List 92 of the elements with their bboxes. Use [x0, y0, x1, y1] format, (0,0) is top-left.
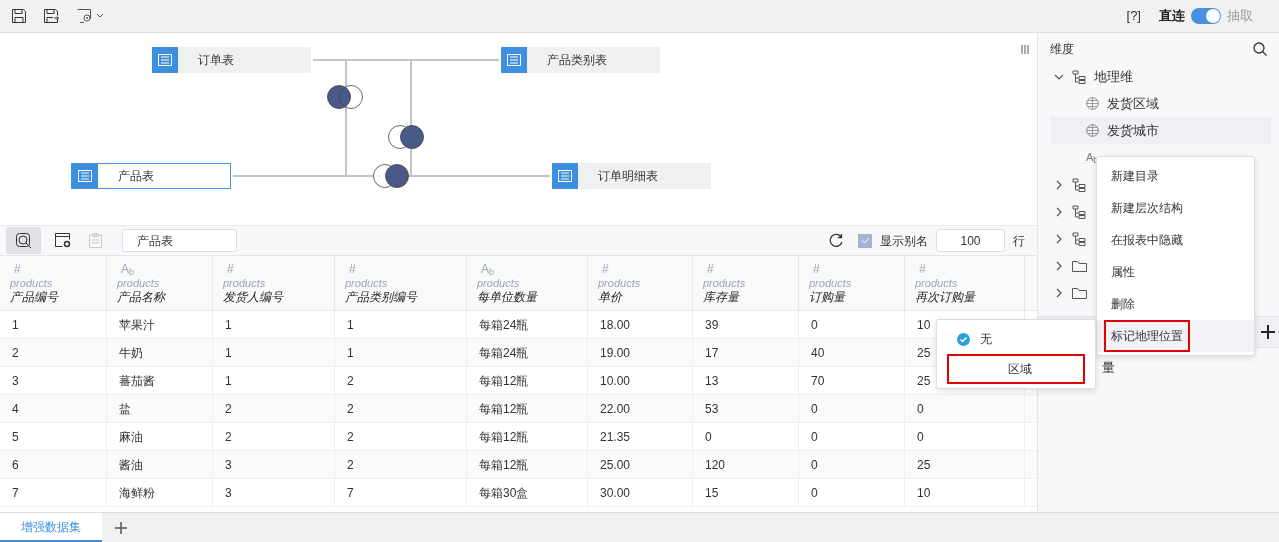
table-cell: 1	[213, 339, 335, 366]
type-icon: #	[809, 262, 894, 276]
table-cell: 70	[799, 367, 905, 394]
table-cell: 39	[693, 311, 799, 338]
table-cell: 7	[335, 479, 467, 506]
table-cell: 15	[693, 479, 799, 506]
table-cell: 6	[0, 451, 107, 478]
table-cell: 麻油	[107, 423, 213, 450]
table-cell: 海鲜粉	[107, 479, 213, 506]
table-cell: 2	[335, 395, 467, 422]
panel-title: 维度	[1050, 41, 1074, 58]
column-source: products	[598, 276, 642, 290]
table-cell: 25.00	[588, 451, 693, 478]
column-name: 再次订购量	[915, 290, 977, 304]
table-cell: 2	[213, 395, 335, 422]
table-cell: 0	[799, 395, 905, 422]
table-cell: 0	[693, 423, 799, 450]
table-cell: 21.35	[588, 423, 693, 450]
table-cell: 3	[0, 367, 107, 394]
column-name: 订购量	[809, 290, 847, 304]
column-name: 发货人编号	[223, 290, 285, 304]
table-cell: 0	[905, 423, 1025, 450]
table-cell: 每箱12瓶	[467, 451, 588, 478]
column-name: 单价	[598, 290, 624, 304]
table-cell: 每箱12瓶	[467, 395, 588, 422]
mode-label: 抽取	[1227, 7, 1253, 26]
table-cell: 0	[799, 311, 905, 338]
column-source: products	[345, 276, 389, 290]
table-cell: 0	[799, 479, 905, 506]
table-cell: 牛奶	[107, 339, 213, 366]
table-cell: 2	[335, 367, 467, 394]
table-cell: 120	[693, 451, 799, 478]
table-cell: 19.00	[588, 339, 693, 366]
table-cell: 4	[0, 395, 107, 422]
alias-label: 显示别名	[880, 232, 928, 250]
table-cell: 0	[799, 423, 905, 450]
table-cell: 3	[213, 451, 335, 478]
table-cell: 2	[335, 423, 467, 450]
column-source: products	[117, 276, 161, 290]
column-name: 产品编号	[10, 290, 60, 304]
type-icon: #	[915, 262, 1014, 276]
table-cell: 每箱24瓶	[467, 339, 588, 366]
table-cell: 5	[0, 423, 107, 450]
table-cell: 每箱12瓶	[467, 367, 588, 394]
column-source: products	[477, 276, 521, 290]
column-name: 每单位数量	[477, 290, 539, 304]
rows-label: 行	[1013, 232, 1025, 250]
table-cell: 酱油	[107, 451, 213, 478]
table-cell: 每箱30盒	[467, 479, 588, 506]
table-cell: 30.00	[588, 479, 693, 506]
table-cell: 13	[693, 367, 799, 394]
column-source: products	[915, 276, 959, 290]
table-cell: 每箱24瓶	[467, 311, 588, 338]
table-cell: 25	[905, 451, 1025, 478]
table-cell: 苹果汁	[107, 311, 213, 338]
type-icon: #	[223, 262, 324, 276]
table-cell: 18.00	[588, 311, 693, 338]
table-cell: 蕃茄酱	[107, 367, 213, 394]
column-source: products	[223, 276, 267, 290]
type-icon: A$_{b}$	[477, 262, 577, 276]
table-cell: 17	[693, 339, 799, 366]
column-source: products	[809, 276, 853, 290]
table-cell: 1	[0, 311, 107, 338]
table-cell: 2	[213, 423, 335, 450]
type-icon: #	[703, 262, 788, 276]
table-cell: 1	[213, 367, 335, 394]
column-source: products	[10, 276, 54, 290]
table-cell: 0	[905, 395, 1025, 422]
table-cell: 3	[213, 479, 335, 506]
table-cell: 53	[693, 395, 799, 422]
type-icon: #	[345, 262, 456, 276]
column-name: 产品类别编号	[345, 290, 419, 304]
table-cell: 1	[335, 311, 467, 338]
column-source: products	[703, 276, 747, 290]
type-icon: #	[598, 262, 682, 276]
table-cell: 40	[799, 339, 905, 366]
table-cell: 1	[213, 311, 335, 338]
table-cell: 2	[335, 451, 467, 478]
table-cell: 每箱12瓶	[467, 423, 588, 450]
table-cell: 1	[335, 339, 467, 366]
type-icon: A$_{b}$	[117, 262, 202, 276]
table-cell: 7	[0, 479, 107, 506]
table-cell: 10	[905, 479, 1025, 506]
table-cell: 22.00	[588, 395, 693, 422]
table-cell: 0	[799, 451, 905, 478]
table-cell: 盐	[107, 395, 213, 422]
column-name: 产品名称	[117, 290, 167, 304]
type-icon: #	[10, 262, 96, 276]
table-cell: 10.00	[588, 367, 693, 394]
table-cell: 2	[0, 339, 107, 366]
column-name: 库存量	[703, 290, 741, 304]
mode-label: 直连	[1159, 7, 1185, 26]
